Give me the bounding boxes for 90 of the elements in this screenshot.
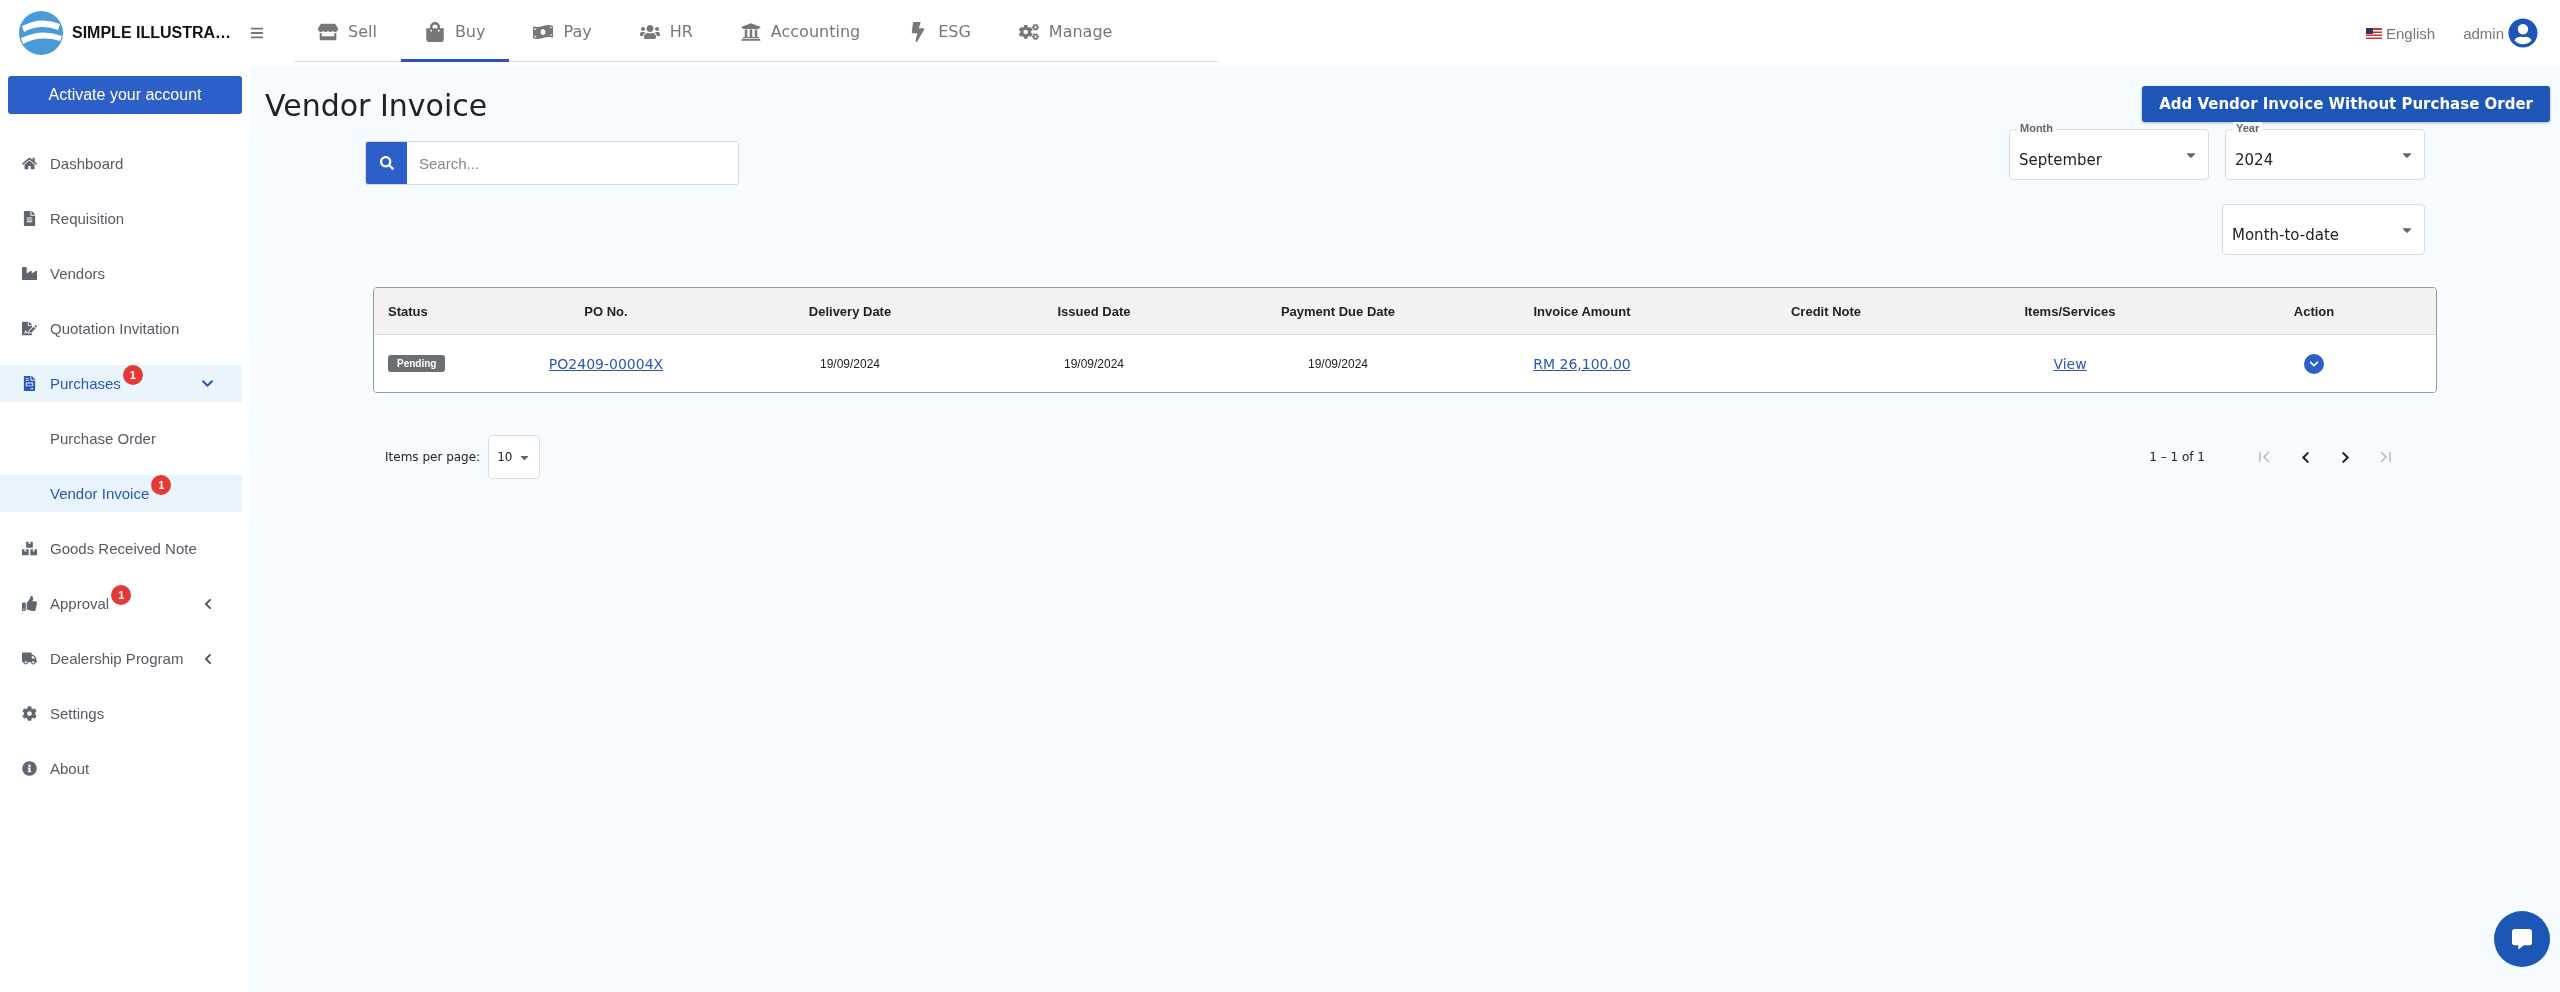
sidebar-subitem[interactable]: Purchase Order: [0, 420, 242, 457]
field-label: Year: [2233, 122, 2263, 135]
column-header: Items/Services: [2023, 303, 2117, 319]
home-icon: [20, 156, 38, 171]
column-header: Issued Date: [1056, 303, 1132, 319]
expand-button[interactable]: [2304, 353, 2324, 374]
activate-account-button[interactable]: Activate your account: [8, 76, 242, 114]
view-link[interactable]: View: [2053, 355, 2087, 372]
status-badge: Pending: [388, 355, 446, 372]
module-tab[interactable]: Buy: [400, 4, 510, 62]
sidebar-item[interactable]: Goods Received Note: [0, 530, 242, 567]
sidebar-subitem[interactable]: Vendor Invoice 1: [0, 475, 242, 512]
bag-icon: [424, 21, 445, 42]
column-header: Invoice Amount: [1532, 303, 1632, 319]
sidebar-label: Purchase Order: [50, 430, 156, 447]
column-header: Delivery Date: [807, 303, 893, 319]
search-button[interactable]: [366, 142, 407, 184]
module-tab[interactable]: Sell: [294, 4, 401, 62]
truck-icon: [20, 651, 38, 666]
sidebar-label: Quotation Invitation: [50, 320, 180, 337]
chat-icon: [2512, 929, 2532, 949]
form-icon: [20, 321, 38, 336]
module-tab[interactable]: Accounting: [716, 4, 885, 62]
logo-icon: [18, 10, 64, 56]
boxes-icon: [20, 541, 38, 556]
bank-icon: [740, 21, 761, 42]
sidebar-label: About: [50, 760, 90, 777]
page-size-select[interactable]: 10: [488, 435, 541, 479]
module-tab[interactable]: ESG: [884, 4, 995, 62]
gears-icon: [1018, 21, 1039, 42]
sidebar-item[interactable]: Dashboard: [0, 145, 242, 182]
sidebar-label: Settings: [50, 705, 105, 722]
table-cell-text: 19/09/2024: [1062, 356, 1126, 371]
factory-icon: [20, 266, 38, 281]
last-page-icon: [2378, 450, 2392, 464]
avatar-icon: [2508, 18, 2538, 48]
count-badge: 1: [111, 584, 132, 605]
sidebar-label: Dashboard: [50, 155, 124, 172]
column-header: Action: [2292, 303, 2336, 319]
settings-icon: [20, 706, 38, 721]
menu-icon[interactable]: [250, 26, 264, 40]
sidebar-label: Vendor Invoice: [50, 485, 150, 502]
chat-button[interactable]: [2494, 911, 2550, 967]
user-menu[interactable]: admin: [2463, 18, 2538, 48]
amount-link[interactable]: RM 26,100.00: [1533, 355, 1631, 372]
table-cell-text: 19/09/2024: [818, 356, 882, 371]
column-header: Payment Due Date: [1279, 303, 1397, 319]
sidebar-item[interactable]: Settings: [0, 695, 242, 732]
select-field[interactable]: Month-to-date: [2222, 204, 2425, 255]
page-title: Vendor Invoice: [265, 88, 488, 123]
module-tab[interactable]: Manage: [994, 4, 1137, 62]
search-icon: [379, 156, 394, 170]
flag-icon: [2365, 27, 2382, 39]
sidebar-label: Requisition: [50, 210, 125, 227]
language-selector[interactable]: English: [2365, 24, 2436, 42]
count-badge: 1: [122, 364, 143, 385]
add-invoice-button[interactable]: Add Vendor Invoice Without Purchase Order: [2142, 86, 2550, 122]
select-value: Month-to-date: [2232, 225, 2340, 244]
first-page-icon: [2258, 450, 2272, 464]
store-icon: [318, 21, 338, 42]
column-header: Credit Note: [1789, 303, 1863, 319]
search-field[interactable]: Search...: [365, 141, 739, 185]
thumbs-up-icon: [20, 596, 38, 611]
info-icon: [20, 761, 38, 776]
column-header: PO No.: [583, 303, 629, 319]
select-value: September: [2019, 150, 2103, 169]
table-cell-text: 19/09/2024: [1306, 356, 1370, 371]
sidebar-label: Vendors: [50, 265, 106, 282]
column-header: Status: [387, 303, 429, 319]
sidebar-label: Dealership Program: [50, 650, 184, 667]
sidebar-item[interactable]: Purchases 1: [0, 365, 242, 402]
page-range: 1 – 1 of 1: [2149, 450, 2205, 464]
items-per-page-label: Items per page:: [385, 450, 481, 464]
po-link[interactable]: PO2409-00004X: [548, 355, 664, 372]
brand-name: SIMPLE ILLUSTRA…: [72, 24, 232, 42]
module-tab[interactable]: HR: [615, 4, 717, 62]
sidebar-item[interactable]: Quotation Invitation: [0, 310, 242, 347]
sidebar-label: Approval: [50, 595, 110, 612]
count-badge: 1: [151, 474, 172, 495]
chevron-down-icon: [2309, 358, 2319, 369]
sidebar-item[interactable]: Dealership Program: [0, 640, 242, 677]
select-value: 2024: [2235, 150, 2275, 169]
sidebar-item[interactable]: Requisition: [0, 200, 242, 237]
sidebar-item[interactable]: About: [0, 750, 242, 787]
module-tab[interactable]: Pay: [509, 4, 616, 62]
field-label: Month: [2017, 122, 2056, 135]
sidebar-label: Goods Received Note: [50, 540, 197, 557]
sidebar-item[interactable]: Vendors: [0, 255, 242, 292]
sidebar-item[interactable]: Approval 1: [0, 585, 242, 622]
sidebar-label: Purchases: [50, 375, 121, 392]
